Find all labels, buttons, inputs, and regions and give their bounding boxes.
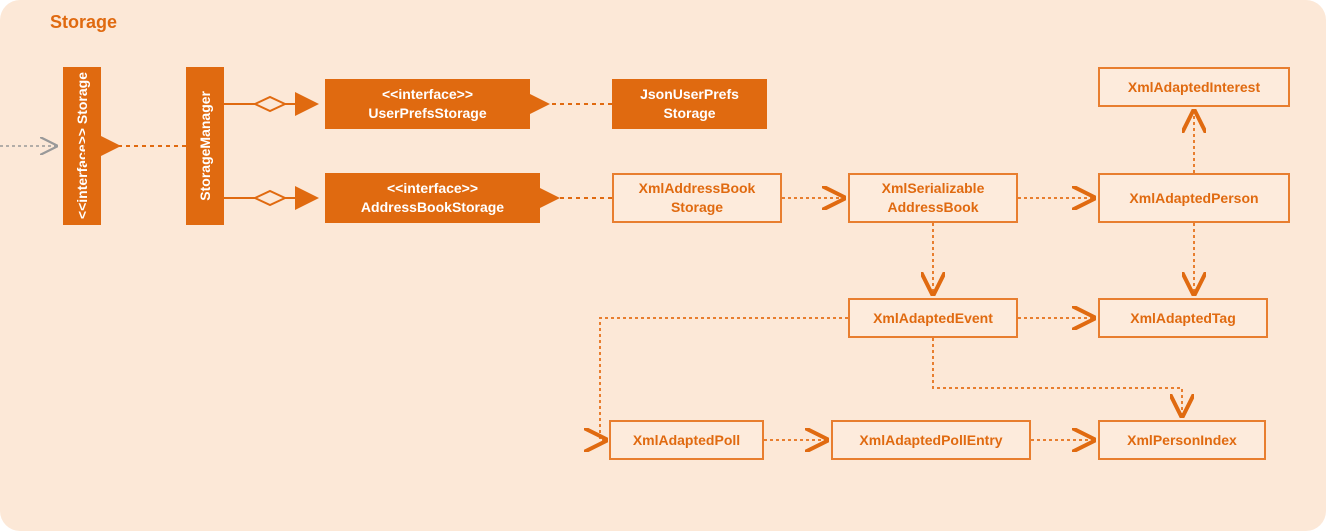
node-label: JsonUserPrefs Storage: [613, 85, 766, 123]
node-label: XmlAdaptedPollEntry: [859, 431, 1002, 450]
node-label: XmlAdaptedInterest: [1128, 78, 1260, 97]
node-label: XmlPersonIndex: [1127, 431, 1237, 450]
node-user-prefs-storage: <<interface>> UserPrefsStorage: [325, 79, 530, 129]
node-storage-manager: StorageManager: [186, 67, 224, 225]
node-label: XmlAdaptedTag: [1130, 309, 1236, 328]
stereotype: <<interface>>: [368, 85, 486, 104]
diagram-title: Storage: [50, 12, 117, 33]
node-label: Storage: [74, 72, 90, 124]
node-label: XmlAdaptedPerson: [1129, 189, 1258, 208]
node-address-book-storage: <<interface>> AddressBookStorage: [325, 173, 540, 223]
node-label: XmlAdaptedPoll: [633, 431, 740, 450]
node-label: AddressBookStorage: [361, 198, 504, 217]
node-xml-adapted-poll-entry: XmlAdaptedPollEntry: [831, 420, 1031, 460]
node-xml-address-book-storage: XmlAddressBook Storage: [612, 173, 782, 223]
node-storage-interface: <<interface>> Storage: [63, 67, 101, 225]
node-xml-person-index: XmlPersonIndex: [1098, 420, 1266, 460]
node-json-user-prefs-storage: JsonUserPrefs Storage: [612, 79, 767, 129]
node-xml-adapted-event: XmlAdaptedEvent: [848, 298, 1018, 338]
node-label: XmlAdaptedEvent: [873, 309, 993, 328]
stereotype: <<interface>>: [74, 128, 90, 219]
node-xml-adapted-interest: XmlAdaptedInterest: [1098, 67, 1290, 107]
node-label: StorageManager: [196, 91, 215, 201]
node-xml-serializable-address-book: XmlSerializable AddressBook: [848, 173, 1018, 223]
node-xml-adapted-poll: XmlAdaptedPoll: [609, 420, 764, 460]
stereotype: <<interface>>: [361, 179, 504, 198]
node-xml-adapted-person: XmlAdaptedPerson: [1098, 173, 1290, 223]
node-label: XmlAddressBook Storage: [614, 179, 780, 217]
storage-diagram: Storage <<interface>> Storage StorageMan…: [0, 0, 1326, 531]
node-label: UserPrefsStorage: [368, 104, 486, 123]
node-label: XmlSerializable AddressBook: [850, 179, 1016, 217]
node-xml-adapted-tag: XmlAdaptedTag: [1098, 298, 1268, 338]
